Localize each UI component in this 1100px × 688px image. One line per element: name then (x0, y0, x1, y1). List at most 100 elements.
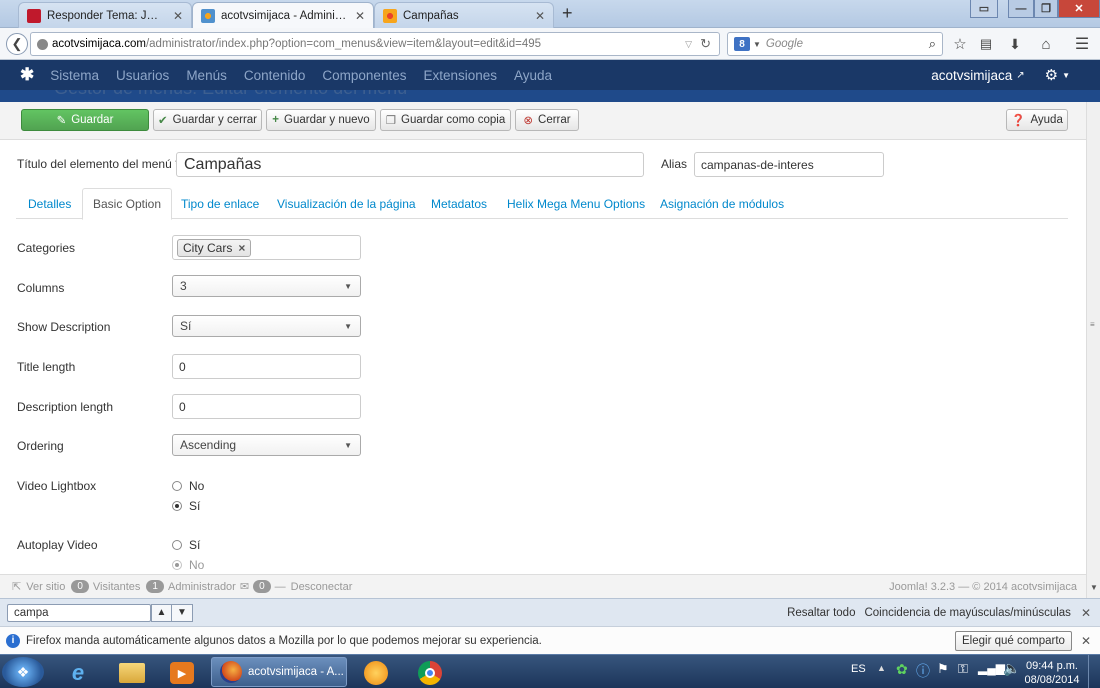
save-copy-button[interactable]: ❐ Guardar como copia (380, 109, 511, 131)
autoplay-option-si[interactable]: Sí (172, 538, 200, 552)
tray-expand-icon[interactable]: ▲ (877, 663, 886, 673)
menu-extensiones[interactable]: Extensiones (423, 68, 497, 83)
volume-icon[interactable]: 🔈 (1003, 660, 1020, 677)
internet-explorer-icon[interactable]: e (58, 659, 98, 687)
close-icon[interactable]: ✕ (1081, 606, 1091, 620)
chrome-icon[interactable] (410, 659, 450, 687)
close-button[interactable]: ⊗ Cerrar (515, 109, 579, 131)
globe-icon (37, 38, 48, 50)
find-previous-button[interactable]: ▲ (151, 603, 172, 622)
menu-contenido[interactable]: Contenido (244, 68, 306, 83)
tray-info-icon[interactable]: ⓘ (916, 661, 930, 681)
title-input[interactable]: Campañas (176, 152, 644, 177)
download-icon[interactable]: ⬇ (1005, 34, 1025, 54)
save-button[interactable]: ✎ Guardar (21, 109, 149, 131)
tab-detalles[interactable]: Detalles (18, 188, 81, 219)
menu-usuarios[interactable]: Usuarios (116, 68, 169, 83)
logout-link[interactable]: Desconectar (291, 581, 353, 593)
tab-visualizacion[interactable]: Visualización de la página (267, 188, 426, 219)
view-site-link[interactable]: Ver sitio (26, 581, 65, 593)
scroll-down-icon[interactable]: ▼ (1090, 583, 1098, 592)
app-orange-icon[interactable] (356, 659, 396, 687)
title-length-input[interactable]: 0 (172, 354, 361, 379)
tab-title: Responder Tema: JM Video... (47, 9, 167, 22)
new-tab-button[interactable]: + (562, 3, 573, 24)
remove-tag-icon[interactable]: × (238, 241, 245, 255)
site-name-link[interactable]: acotvsimijaca (931, 68, 1012, 83)
chevron-down-icon: ▼ (344, 321, 352, 331)
help-button[interactable]: ❓ Ayuda (1006, 109, 1068, 131)
language-indicator[interactable]: ES (851, 663, 866, 675)
close-icon[interactable]: ✕ (535, 9, 545, 23)
bookmark-star-icon[interactable]: ☆ (950, 34, 970, 54)
google-icon[interactable]: 8 (734, 37, 750, 51)
radio-no[interactable] (172, 481, 182, 491)
browser-tab-campanas[interactable]: Campañas ✕ (374, 2, 554, 28)
video-lightbox-option-no[interactable]: No (172, 479, 204, 493)
minus-icon: — (274, 580, 286, 593)
radio-no[interactable] (172, 560, 182, 570)
taskbar-clock[interactable]: 09:44 p.m. 08/08/2014 (1024, 659, 1080, 687)
alias-input[interactable]: campanas-de-interes (694, 152, 884, 177)
browser-tab-admin[interactable]: acotvsimijaca - Administra... ✕ (192, 2, 374, 29)
choose-share-button[interactable]: Elegir qué comparto (955, 630, 1072, 651)
reload-icon[interactable]: ↻ (700, 36, 711, 52)
show-desktop-button[interactable] (1088, 655, 1100, 688)
media-player-icon[interactable]: ▶ (162, 659, 202, 687)
tab-helix-mega-menu[interactable]: Helix Mega Menu Options (497, 188, 655, 219)
tab-metadatos[interactable]: Metadatos (421, 188, 497, 219)
find-input[interactable]: campa (7, 603, 151, 622)
search-bar[interactable]: 8 ▼ Google ⌕ (727, 32, 943, 56)
video-lightbox-option-si[interactable]: Sí (172, 499, 200, 513)
back-arrow-icon[interactable]: ❮ (6, 33, 28, 55)
tray-network-icon[interactable]: ⚿ (958, 661, 968, 677)
toolbar: ✎ Guardar ✔ Guardar y cerrar + Guardar y nu… (0, 102, 1100, 140)
browser-tab-responder[interactable]: Responder Tema: JM Video... ✕ (18, 2, 192, 28)
menu-componentes[interactable]: Componentes (322, 68, 406, 83)
autoplay-option-no[interactable]: No (172, 558, 204, 572)
window-fullscreen-button[interactable]: ▭ (970, 0, 998, 18)
description-length-input[interactable]: 0 (172, 394, 361, 419)
find-next-button[interactable]: ▼ (172, 603, 193, 622)
tab-basic-option[interactable]: Basic Option (82, 188, 173, 220)
vertical-scrollbar[interactable]: ≡ ▼ (1086, 102, 1100, 598)
messages-badge[interactable]: 0 (253, 580, 271, 593)
close-icon[interactable]: ✕ (173, 9, 183, 23)
signal-icon[interactable]: ▂▄▆ (978, 661, 1005, 675)
home-icon[interactable]: ⌂ (1036, 34, 1056, 54)
tray-flag-icon[interactable]: ⚑ (937, 661, 949, 677)
tray-app-icon[interactable]: ✿ (896, 661, 908, 678)
admin-label: Administrador (167, 580, 236, 593)
maximize-icon[interactable]: ❐ (1034, 0, 1058, 18)
minimize-icon[interactable]: — (1008, 0, 1034, 18)
radio-si[interactable] (172, 540, 182, 550)
tab-asignacion-modulos[interactable]: Asignación de módulos (650, 188, 794, 219)
match-case-button[interactable]: Coincidencia de mayúsculas/minúsculas (864, 607, 1070, 619)
close-icon[interactable]: ✕ (355, 9, 365, 23)
search-icon[interactable]: ⌕ (929, 36, 936, 52)
dropdown-arrow-icon[interactable]: ▽ (685, 39, 692, 50)
menu-menus[interactable]: Menús (186, 68, 227, 83)
taskbar-firefox-window[interactable]: acotvsimijaca - A... (211, 657, 347, 687)
show-description-select[interactable]: Sí ▼ (172, 315, 361, 337)
close-window-icon[interactable]: ✕ (1058, 0, 1100, 18)
chevron-down-icon: ▼ (344, 440, 352, 450)
save-close-button[interactable]: ✔ Guardar y cerrar (153, 109, 262, 131)
start-button-icon[interactable]: ❖ (2, 657, 44, 687)
tab-tipo-enlace[interactable]: Tipo de enlace (171, 188, 269, 219)
gear-icon[interactable]: ⚙ (1045, 66, 1058, 84)
categories-input[interactable]: City Cars × (172, 235, 361, 260)
close-icon[interactable]: ✕ (1081, 634, 1091, 648)
folder-icon[interactable] (112, 659, 152, 687)
menu-sistema[interactable]: Sistema (50, 68, 99, 83)
menu-icon[interactable]: ☰ (1072, 34, 1092, 54)
menu-ayuda[interactable]: Ayuda (514, 68, 552, 83)
save-new-button[interactable]: + Guardar y nuevo (266, 109, 376, 131)
ordering-select[interactable]: Ascending ▼ (172, 434, 361, 456)
joomla-logo-icon[interactable]: ✱ (20, 65, 34, 85)
radio-si[interactable] (172, 501, 182, 511)
highlight-all-button[interactable]: Resaltar todo (787, 607, 855, 619)
columns-select[interactable]: 3 ▼ (172, 275, 361, 297)
bookmarks-menu-icon[interactable]: ▤ (976, 34, 996, 54)
url-bar[interactable]: acotvsimijaca.com /administrator/index.p… (30, 32, 720, 56)
